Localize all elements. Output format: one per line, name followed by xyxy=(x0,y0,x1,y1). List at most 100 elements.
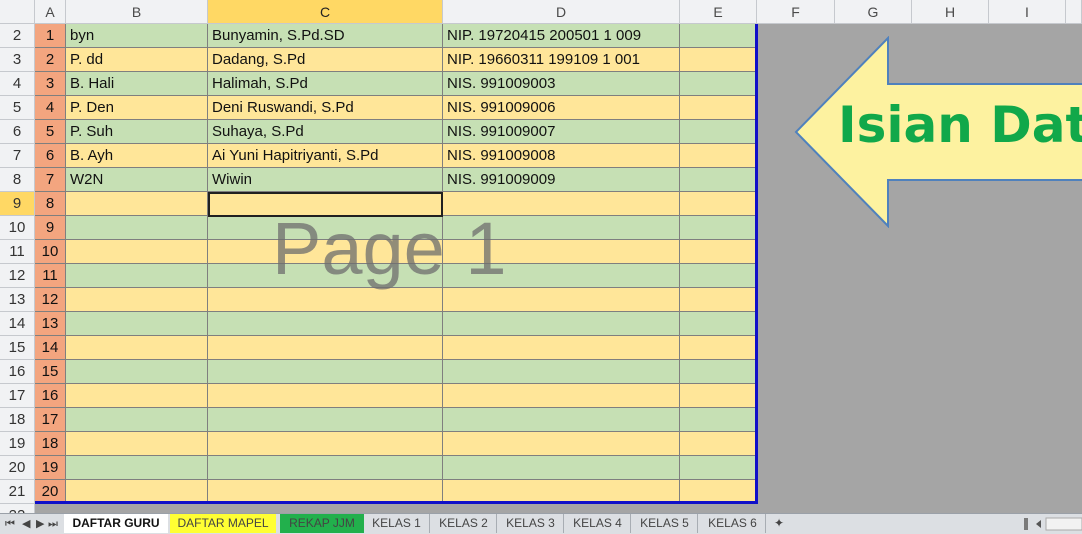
cell-d-18[interactable] xyxy=(443,432,680,456)
cell-d-19[interactable] xyxy=(443,456,680,480)
cell-d-15[interactable] xyxy=(443,360,680,384)
row-header-3[interactable]: 3 xyxy=(0,48,35,72)
cell-no-2[interactable]: 2 xyxy=(35,48,66,72)
cell-no-9[interactable]: 9 xyxy=(35,216,66,240)
cell-c-7[interactable]: Wiwin xyxy=(208,168,443,192)
cell-e-2[interactable] xyxy=(680,48,757,72)
row-header-18[interactable]: 18 xyxy=(0,408,35,432)
cell-c-20[interactable] xyxy=(208,480,443,504)
cell-c-3[interactable]: Halimah, S.Pd xyxy=(208,72,443,96)
cell-no-17[interactable]: 17 xyxy=(35,408,66,432)
cell-c-18[interactable] xyxy=(208,432,443,456)
cell-d-7[interactable]: NIS. 991009009 xyxy=(443,168,680,192)
cell-c-4[interactable]: Deni Ruswandi, S.Pd xyxy=(208,96,443,120)
column-header-h[interactable]: H xyxy=(912,0,989,24)
column-header-i[interactable]: I xyxy=(989,0,1066,24)
cell-d-16[interactable] xyxy=(443,384,680,408)
cell-e-11[interactable] xyxy=(680,264,757,288)
horizontal-scrollbar[interactable] xyxy=(1024,517,1082,531)
cell-no-18[interactable]: 18 xyxy=(35,432,66,456)
cell-b-3[interactable]: B. Hali xyxy=(66,72,208,96)
cell-e-19[interactable] xyxy=(680,456,757,480)
cell-e-20[interactable] xyxy=(680,480,757,504)
cell-c-5[interactable]: Suhaya, S.Pd xyxy=(208,120,443,144)
row-header-13[interactable]: 13 xyxy=(0,288,35,312)
column-header-e[interactable]: E xyxy=(680,0,757,24)
cell-c-15[interactable] xyxy=(208,360,443,384)
last-sheet-icon[interactable]: ⏭ xyxy=(48,517,58,531)
cell-e-3[interactable] xyxy=(680,72,757,96)
cell-no-7[interactable]: 7 xyxy=(35,168,66,192)
sheet-tab-kelas-4[interactable]: KELAS 4 xyxy=(565,514,631,533)
cell-b-11[interactable] xyxy=(66,264,208,288)
cell-c-6[interactable]: Ai Yuni Hapitriyanti, S.Pd xyxy=(208,144,443,168)
cell-e-5[interactable] xyxy=(680,120,757,144)
cell-e-17[interactable] xyxy=(680,408,757,432)
sheet-tab-daftar-mapel[interactable]: DAFTAR MAPEL xyxy=(170,514,276,533)
cell-c-14[interactable] xyxy=(208,336,443,360)
cell-d-17[interactable] xyxy=(443,408,680,432)
cell-b-9[interactable] xyxy=(66,216,208,240)
row-header-2[interactable]: 2 xyxy=(0,24,35,48)
cell-e-6[interactable] xyxy=(680,144,757,168)
spreadsheet-grid[interactable]: ABCDEFGHI 2 3 4 5 6 7 8 9 10 11 12 13 14 15 16 17 18 19 20… xyxy=(0,0,1082,513)
cell-d-2[interactable]: NIP. 19660311 199109 1 001 xyxy=(443,48,680,72)
cell-e-9[interactable] xyxy=(680,216,757,240)
cell-d-4[interactable]: NIS. 991009006 xyxy=(443,96,680,120)
cell-c-17[interactable] xyxy=(208,408,443,432)
row-header-21[interactable]: 21 xyxy=(0,480,35,504)
cell-e-12[interactable] xyxy=(680,288,757,312)
cell-c-1[interactable]: Bunyamin, S.Pd.SD xyxy=(208,24,443,48)
sheet-tab-kelas-5[interactable]: KELAS 5 xyxy=(632,514,698,533)
cell-c-12[interactable] xyxy=(208,288,443,312)
cell-b-20[interactable] xyxy=(66,480,208,504)
cell-c-16[interactable] xyxy=(208,384,443,408)
cell-b-6[interactable]: B. Ayh xyxy=(66,144,208,168)
column-header-f[interactable]: F xyxy=(757,0,835,24)
cell-b-4[interactable]: P. Den xyxy=(66,96,208,120)
cell-d-6[interactable]: NIS. 991009008 xyxy=(443,144,680,168)
cell-d-14[interactable] xyxy=(443,336,680,360)
sheet-tab-kelas-2[interactable]: KELAS 2 xyxy=(431,514,497,533)
cell-d-5[interactable]: NIS. 991009007 xyxy=(443,120,680,144)
cell-no-8[interactable]: 8 xyxy=(35,192,66,216)
cell-no-16[interactable]: 16 xyxy=(35,384,66,408)
cell-b-17[interactable] xyxy=(66,408,208,432)
sheet-tab-rekap-jjm[interactable]: REKAP JJM xyxy=(280,514,364,533)
cell-no-20[interactable]: 20 xyxy=(35,480,66,504)
cell-no-4[interactable]: 4 xyxy=(35,96,66,120)
cell-b-8[interactable] xyxy=(66,192,208,216)
cell-e-10[interactable] xyxy=(680,240,757,264)
cell-e-18[interactable] xyxy=(680,432,757,456)
sheet-tab-kelas-6[interactable]: KELAS 6 xyxy=(700,514,766,533)
cell-b-10[interactable] xyxy=(66,240,208,264)
row-header-5[interactable]: 5 xyxy=(0,96,35,120)
sheet-tab-kelas-3[interactable]: KELAS 3 xyxy=(498,514,564,533)
row-header-17[interactable]: 17 xyxy=(0,384,35,408)
cell-c-13[interactable] xyxy=(208,312,443,336)
cell-b-19[interactable] xyxy=(66,456,208,480)
row-header-20[interactable]: 20 xyxy=(0,456,35,480)
row-header-12[interactable]: 12 xyxy=(0,264,35,288)
select-all-corner[interactable] xyxy=(0,0,35,24)
cell-no-6[interactable]: 6 xyxy=(35,144,66,168)
cell-no-15[interactable]: 15 xyxy=(35,360,66,384)
row-header-15[interactable]: 15 xyxy=(0,336,35,360)
row-header-8[interactable]: 8 xyxy=(0,168,35,192)
cell-e-4[interactable] xyxy=(680,96,757,120)
sheet-tab-daftar-guru[interactable]: DAFTAR GURU xyxy=(64,514,168,533)
row-header-16[interactable]: 16 xyxy=(0,360,35,384)
row-header-10[interactable]: 10 xyxy=(0,216,35,240)
cell-b-13[interactable] xyxy=(66,312,208,336)
row-header-7[interactable]: 7 xyxy=(0,144,35,168)
cell-no-11[interactable]: 11 xyxy=(35,264,66,288)
row-header-14[interactable]: 14 xyxy=(0,312,35,336)
cell-b-15[interactable] xyxy=(66,360,208,384)
column-header-g[interactable]: G xyxy=(835,0,912,24)
column-header-d[interactable]: D xyxy=(443,0,680,24)
column-header-c[interactable]: C xyxy=(208,0,443,24)
cell-b-14[interactable] xyxy=(66,336,208,360)
row-header-19[interactable]: 19 xyxy=(0,432,35,456)
cell-e-8[interactable] xyxy=(680,192,757,216)
cell-e-7[interactable] xyxy=(680,168,757,192)
